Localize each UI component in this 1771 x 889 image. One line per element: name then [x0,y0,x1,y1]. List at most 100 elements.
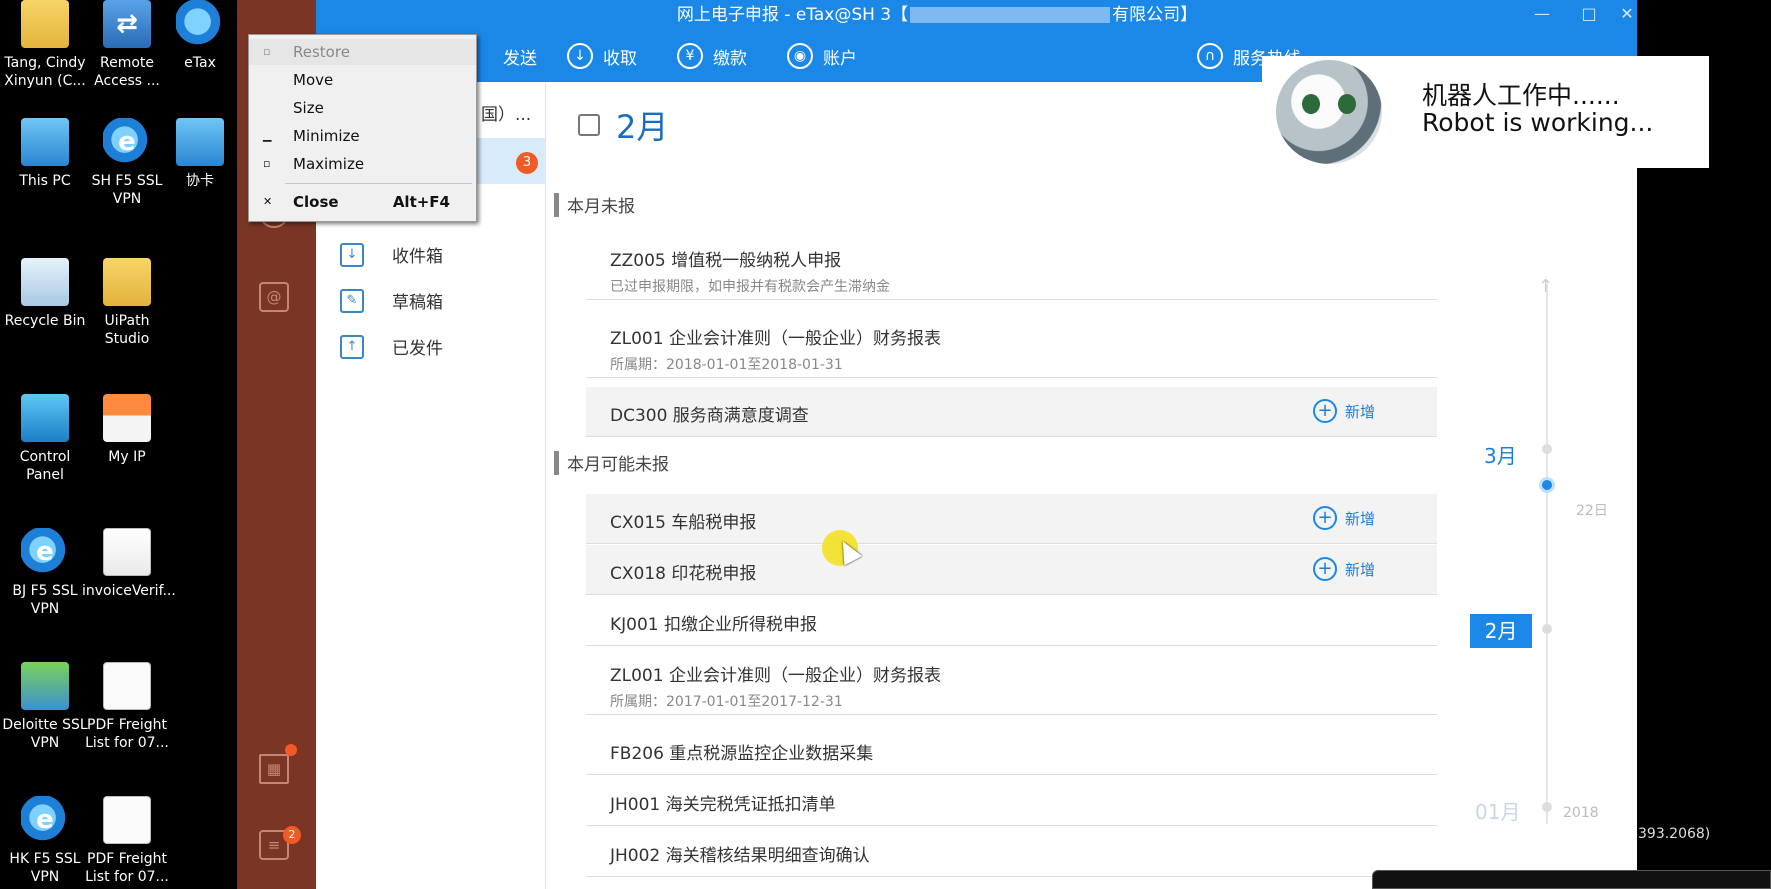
desktop-icon-invoice[interactable]: invoiceVerif... [82,528,176,600]
desktop-icon-this-pc[interactable]: This PC [0,118,90,190]
robot-status-overlay: 机器人工作中...... Robot is working... [1262,56,1709,168]
timeline-month-feb[interactable]: 2月 [1470,614,1532,648]
timeline-dot [1542,802,1552,812]
minimize-icon: ▁ [263,129,272,142]
desktop-icon-label: My IP [108,449,146,465]
desktop-icon-sh-vpn[interactable]: e SH F5 SSL VPN [82,118,172,208]
timeline-year: 2018 [1563,805,1599,821]
timeline-month-jan[interactable]: 01月 [1475,796,1520,825]
main-panel: 2月 本月未报 ZZ005 增值税一般纳税人申报 已过申报期限，如申报并有税款会… [546,82,1637,889]
task-row[interactable]: ZL001 企业会计准则（一般企业）财务报表 所属期：2018-01-01至20… [586,310,1437,378]
task-row[interactable]: FB206 重点税源监控企业数据采集 [586,725,1437,775]
folder-icon [103,258,151,306]
close-button[interactable]: ✕ [1612,0,1642,30]
task-name: KJ001 扣缴企业所得税申报 [610,615,818,635]
sidebar-item-inbox[interactable]: ↓ 收件箱 [340,242,443,267]
desktop-icon-label: This PC [19,173,71,189]
desktop-icon-etax[interactable]: eTax [170,0,230,72]
toolbar-send[interactable]: 发送 [467,43,537,69]
desktop-icon-label: invoiceVerif... [82,583,176,599]
unread-badge: 3 [516,152,538,174]
task-name: ZZ005 增值税一般纳税人申报 [610,251,842,271]
toolbar-receive[interactable]: ↓ 收取 [567,43,637,69]
menu-item-label: Minimize [293,127,360,145]
ie-icon: e [21,796,69,844]
task-row[interactable]: ZZ005 增值税一般纳税人申报 已过申报期限，如申报并有税款会产生滞纳金 [586,232,1437,300]
yen-icon: ¥ [677,43,703,69]
timeline-up-arrow[interactable]: ↑ [1538,276,1553,297]
task-row[interactable]: CX015 车船税申报 + 新增 [586,494,1437,544]
timeline-current-dot[interactable] [1539,477,1555,493]
desktop-icon-hk-vpn[interactable]: e HK F5 SSL VPN [0,796,90,886]
timeline-month-march[interactable]: 3月 [1484,440,1517,469]
sidebar-item-label: 已发件 [392,339,443,359]
desktop-icon-recycle-bin[interactable]: Recycle Bin [0,258,90,330]
desktop-icon-bj-vpn[interactable]: e BJ F5 SSL VPN [0,528,90,618]
desktop-icon-deloitte-vpn[interactable]: Deloitte SSL VPN [0,662,90,752]
desktop-icon-my-ip[interactable]: My IP [82,394,172,466]
task-name: ZL001 企业会计准则（一般企业）财务报表 [610,329,941,349]
menu-item-move[interactable]: Move [249,67,476,93]
document-icon [103,796,151,844]
task-row[interactable]: CX018 印花税申报 + 新增 [586,545,1437,595]
desktop-icon-control-panel[interactable]: Control Panel [0,394,90,484]
mail-icon[interactable]: @ [259,282,289,312]
task-name: JH002 海关稽核结果明细查询确认 [610,846,870,866]
desktop-icon-remote-access[interactable]: ⇄ Remote Access ... [82,0,172,90]
desktop-icon-label: Recycle Bin [4,313,86,329]
timeline-line [1546,284,1548,824]
menu-item-size[interactable]: Size [249,95,476,121]
menu-item-label: Close [293,193,339,211]
section-bar [554,450,559,475]
background-window-text: 393.2068) [1638,826,1711,842]
control-panel-icon [21,394,69,442]
sidebar-item-drafts[interactable]: ✎ 草稿箱 [340,288,443,313]
sidebar-item-sent[interactable]: ↑ 已发件 [340,334,443,359]
task-row[interactable]: DC300 服务商满意度调查 + 新增 [586,387,1437,437]
task-row[interactable]: JH001 海关完税凭证抵扣清单 [586,776,1437,826]
remote-access-icon: ⇄ [103,0,151,48]
inbox-icon: ↓ [340,242,364,267]
window-context-menu: ▫ Restore Move Size ▁ Minimize ▫ Maximiz… [248,34,477,222]
menu-item-close[interactable]: ✕ Close Alt+F4 [249,189,476,215]
add-button[interactable]: + 新增 [1312,506,1375,530]
recorder-bar [1372,870,1771,889]
receive-icon: ↓ [567,43,593,69]
menu-item-restore[interactable]: ▫ Restore [249,39,476,65]
menu-item-label: Size [293,99,324,117]
desktop-icon-label: UiPath Studio [104,313,150,347]
close-icon: ✕ [263,195,273,208]
plus-icon: + [1312,557,1337,581]
add-label: 新增 [1344,402,1375,421]
desktop-icon-user-folder[interactable]: Tang, Cindy Xinyun (C... [0,0,90,90]
minimize-button[interactable]: — [1527,0,1557,30]
robot-eye [1338,94,1356,114]
task-name: JH001 海关完税凭证抵扣清单 [610,795,836,815]
menu-item-maximize[interactable]: ▫ Maximize [249,151,476,177]
desktop-icon-pdf-freight-2[interactable]: PDF Freight List for 07... [82,796,172,886]
toolbar-account[interactable]: ◉ 账户 [787,43,857,69]
timeline-dot [1542,624,1552,634]
maximize-button[interactable]: □ [1574,0,1604,30]
sidebar-account-text: 国）... [481,105,532,125]
apps-grid-icon[interactable]: ▦ [259,754,289,784]
desktop-icon-app[interactable]: 协卡 [170,118,230,190]
task-row[interactable]: JH002 海关稽核结果明细查询确认 [586,827,1437,877]
section-bar [554,192,559,217]
toolbar-pay[interactable]: ¥ 缴款 [677,43,747,69]
add-button[interactable]: + 新增 [1312,557,1375,581]
task-row[interactable]: KJ001 扣缴企业所得税申报 [586,596,1437,646]
add-label: 新增 [1344,560,1375,579]
desktop-icon-uipath[interactable]: UiPath Studio [82,258,172,348]
menu-item-minimize[interactable]: ▁ Minimize [249,123,476,149]
robot-status-cn: 机器人工作中...... [1422,81,1620,110]
window-titlebar[interactable]: 网上电子申报 - eTax@SH 3【 有限公司】 — □ ✕ [237,0,1637,30]
network-icon [21,662,69,710]
task-row[interactable]: ZL001 企业会计准则（一般企业）财务报表 所属期：2017-01-01至20… [586,647,1437,715]
task-subtext: 所属期：2018-01-01至2018-01-31 [610,357,843,373]
folder-icon [21,0,69,48]
desktop-icon-pdf-freight-1[interactable]: PDF Freight List for 07... [82,662,172,752]
add-button[interactable]: + 新增 [1312,399,1375,423]
list-badge: 2 [283,826,301,844]
robot-avatar-icon [1276,60,1382,164]
